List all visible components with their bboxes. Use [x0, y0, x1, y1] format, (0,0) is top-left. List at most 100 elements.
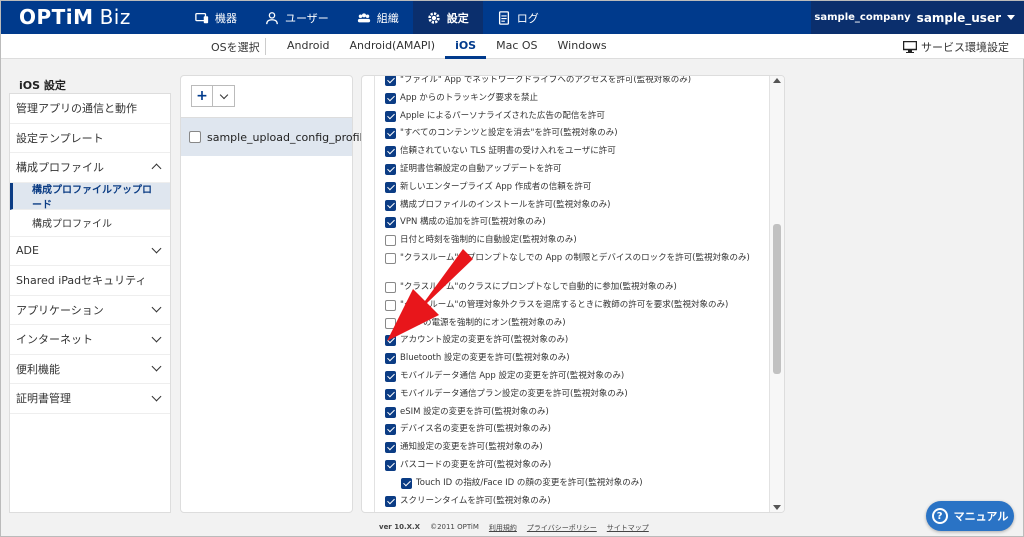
sidebar-item-templates[interactable]: 設定テンプレート — [10, 124, 170, 153]
checkbox-checked[interactable] — [385, 442, 396, 454]
version-text: ver 10.X.X — [379, 523, 421, 531]
restriction-option[interactable]: モバイルデータ通信 App 設定の変更を許可(監視対象のみ) — [385, 368, 755, 386]
nav-log[interactable]: ログ — [483, 1, 553, 34]
tab-android[interactable]: Android — [277, 34, 340, 59]
terms-link[interactable]: 利用規約 — [489, 523, 517, 533]
sidebar-item-ade[interactable]: ADE — [10, 237, 170, 266]
restriction-option[interactable]: "すべてのコンテンツと設定を消去"を許可(監視対象のみ) — [385, 125, 755, 143]
restriction-option[interactable]: 信頼されていない TLS 証明書の受け入れをユーザに許可 — [385, 143, 755, 161]
monitor-icon — [903, 41, 917, 53]
nav-users[interactable]: ユーザー — [251, 1, 343, 34]
sidebar-item-config-profile[interactable]: 構成プロファイル — [10, 210, 170, 237]
account-menu[interactable]: sample_company sample_user — [811, 1, 1024, 34]
tab-windows[interactable]: Windows — [548, 34, 617, 59]
add-profile-button[interactable]: + — [191, 85, 213, 107]
sidebar-item-applications[interactable]: アプリケーション — [10, 296, 170, 325]
restriction-option[interactable]: "ファイル" App でネットワークドライブへのアクセスを許可(監視対象のみ) — [385, 76, 755, 90]
restriction-option[interactable]: モバイルデータ通信プラン設定の変更を許可(監視対象のみ) — [385, 386, 755, 404]
restriction-option-label: 信頼されていない TLS 証明書の受け入れをユーザに許可 — [400, 146, 616, 157]
restriction-option-label: App からのトラッキング要求を禁止 — [400, 92, 539, 103]
checkbox-checked[interactable] — [385, 199, 396, 211]
checkbox-checked[interactable] — [385, 163, 396, 175]
sidebar-item-internet[interactable]: インターネット — [10, 325, 170, 355]
tab-ios[interactable]: iOS — [445, 34, 487, 59]
log-icon — [498, 10, 509, 25]
top-navigation-bar: OPTiM Biz 機器 ユーザー 組織 設定 ログ sample_company… — [1, 1, 1024, 34]
red-arrow-annotation — [387, 249, 473, 341]
profile-list-item[interactable]: sample_upload_config_profile — [181, 118, 369, 156]
restriction-option[interactable]: パスコードの変更を許可(監視対象のみ) — [385, 457, 755, 475]
restriction-option-label: eSIM 設定の変更を許可(監視対象のみ) — [400, 406, 549, 417]
scrollbar-thumb[interactable] — [773, 224, 781, 374]
sidebar-item-config-profile-upload[interactable]: 構成プロファイルアップロード — [10, 182, 170, 211]
user-icon — [266, 11, 278, 24]
checkbox-checked[interactable] — [385, 388, 396, 400]
checkbox-checked[interactable] — [385, 495, 396, 507]
chevron-down-icon — [151, 391, 162, 402]
scroll-up-icon[interactable] — [773, 78, 781, 83]
main-nav: 機器 ユーザー 組織 設定 ログ — [181, 1, 553, 34]
sidebar-title: iOS 設定 — [19, 79, 66, 92]
sitemap-link[interactable]: サイトマップ — [607, 523, 649, 533]
restriction-option[interactable]: 証明書信頼設定の自動アップデートを許可 — [385, 161, 755, 179]
chevron-down-icon — [151, 243, 162, 254]
checkbox-checked[interactable] — [385, 217, 396, 229]
chevron-down-icon — [219, 90, 228, 99]
privacy-link[interactable]: プライバシーポリシー — [527, 523, 597, 533]
sidebar-item-certificates[interactable]: 証明書管理 — [10, 384, 170, 414]
restriction-option[interactable]: Apple によるパーソナライズされた広告の配信を許可 — [385, 108, 755, 126]
restriction-option-label: 構成プロファイルのインストールを許可(監視対象のみ) — [400, 199, 611, 210]
optim-biz-logo[interactable]: OPTiM Biz — [19, 5, 131, 29]
checkbox-checked[interactable] — [385, 370, 396, 382]
restriction-option-label: Touch ID の指紋/Face ID の顔の変更を許可(監視対象のみ) — [416, 477, 643, 488]
restriction-option[interactable]: 通知設定の変更を許可(監視対象のみ) — [385, 439, 755, 457]
checkbox-checked[interactable] — [385, 92, 396, 104]
sidebar-item-app-communication[interactable]: 管理アプリの通信と動作 — [10, 94, 170, 124]
checkbox-checked[interactable] — [385, 459, 396, 471]
restriction-option-label: Apple によるパーソナライズされた広告の配信を許可 — [400, 110, 605, 121]
restriction-option[interactable]: 構成プロファイルのインストールを許可(監視対象のみ) — [385, 197, 755, 215]
restriction-option[interactable]: App からのトラッキング要求を禁止 — [385, 90, 755, 108]
copyright-text: ©2011 OPTiM — [430, 523, 479, 531]
checkbox-checked[interactable] — [385, 128, 396, 140]
checkbox-checked[interactable] — [385, 353, 396, 365]
restriction-option[interactable]: eSIM 設定の変更を許可(監視対象のみ) — [385, 404, 755, 422]
sidebar-item-utilities[interactable]: 便利機能 — [10, 355, 170, 384]
restriction-option[interactable]: 新しいエンタープライズ App 作成者の信頼を許可 — [385, 179, 755, 197]
chevron-down-icon — [151, 332, 162, 343]
restriction-option[interactable]: スクリーンタイムを許可(監視対象のみ) — [385, 493, 755, 511]
checkbox-checked[interactable] — [385, 406, 396, 418]
profile-checkbox[interactable] — [189, 131, 201, 143]
restriction-option[interactable]: VPN 構成の追加を許可(監視対象のみ) — [385, 214, 755, 232]
manual-button[interactable]: ? マニュアル — [926, 501, 1014, 531]
scroll-down-icon[interactable] — [773, 505, 781, 510]
profile-list-panel: + sample_upload_config_profile — [180, 75, 369, 513]
checkbox-checked[interactable] — [385, 146, 396, 158]
restriction-option-label: 通知設定の変更を許可(監視対象のみ) — [400, 442, 543, 453]
sidebar-item-config-profile-group[interactable]: 構成プロファイル — [10, 153, 170, 183]
restriction-option[interactable]: デバイス名の変更を許可(監視対象のみ) — [385, 421, 755, 439]
tab-macos[interactable]: Mac OS — [486, 34, 547, 59]
restriction-option[interactable]: Bluetooth 設定の変更を許可(監視対象のみ) — [385, 350, 755, 368]
tab-android-amapi[interactable]: Android(AMAPI) — [340, 34, 446, 59]
company-name: sample_company — [814, 12, 911, 23]
nav-devices[interactable]: 機器 — [181, 1, 251, 34]
devices-icon — [195, 12, 209, 23]
restriction-option-label: モバイルデータ通信 App 設定の変更を許可(監視対象のみ) — [400, 370, 625, 381]
service-settings-link[interactable]: サービス環境設定 — [903, 39, 1009, 55]
user-name: sample_user — [916, 10, 1001, 25]
help-icon: ? — [931, 508, 948, 524]
checkbox-checked[interactable] — [385, 424, 396, 436]
checkbox-checked[interactable] — [385, 181, 396, 193]
checkbox-checked[interactable] — [385, 76, 396, 86]
organization-icon — [357, 12, 370, 22]
sidebar-item-shared-ipad[interactable]: Shared iPadセキュリティ — [10, 266, 170, 296]
checkbox-checked[interactable] — [385, 110, 396, 122]
nav-organization[interactable]: 組織 — [343, 1, 413, 34]
scrollbar[interactable] — [770, 76, 784, 512]
add-options-dropdown[interactable] — [213, 85, 235, 107]
checkbox-checked[interactable] — [401, 477, 412, 489]
nav-settings[interactable]: 設定 — [412, 1, 483, 34]
gear-icon — [428, 11, 440, 24]
restriction-option[interactable]: Touch ID の指紋/Face ID の顔の変更を許可(監視対象のみ) — [385, 475, 755, 493]
